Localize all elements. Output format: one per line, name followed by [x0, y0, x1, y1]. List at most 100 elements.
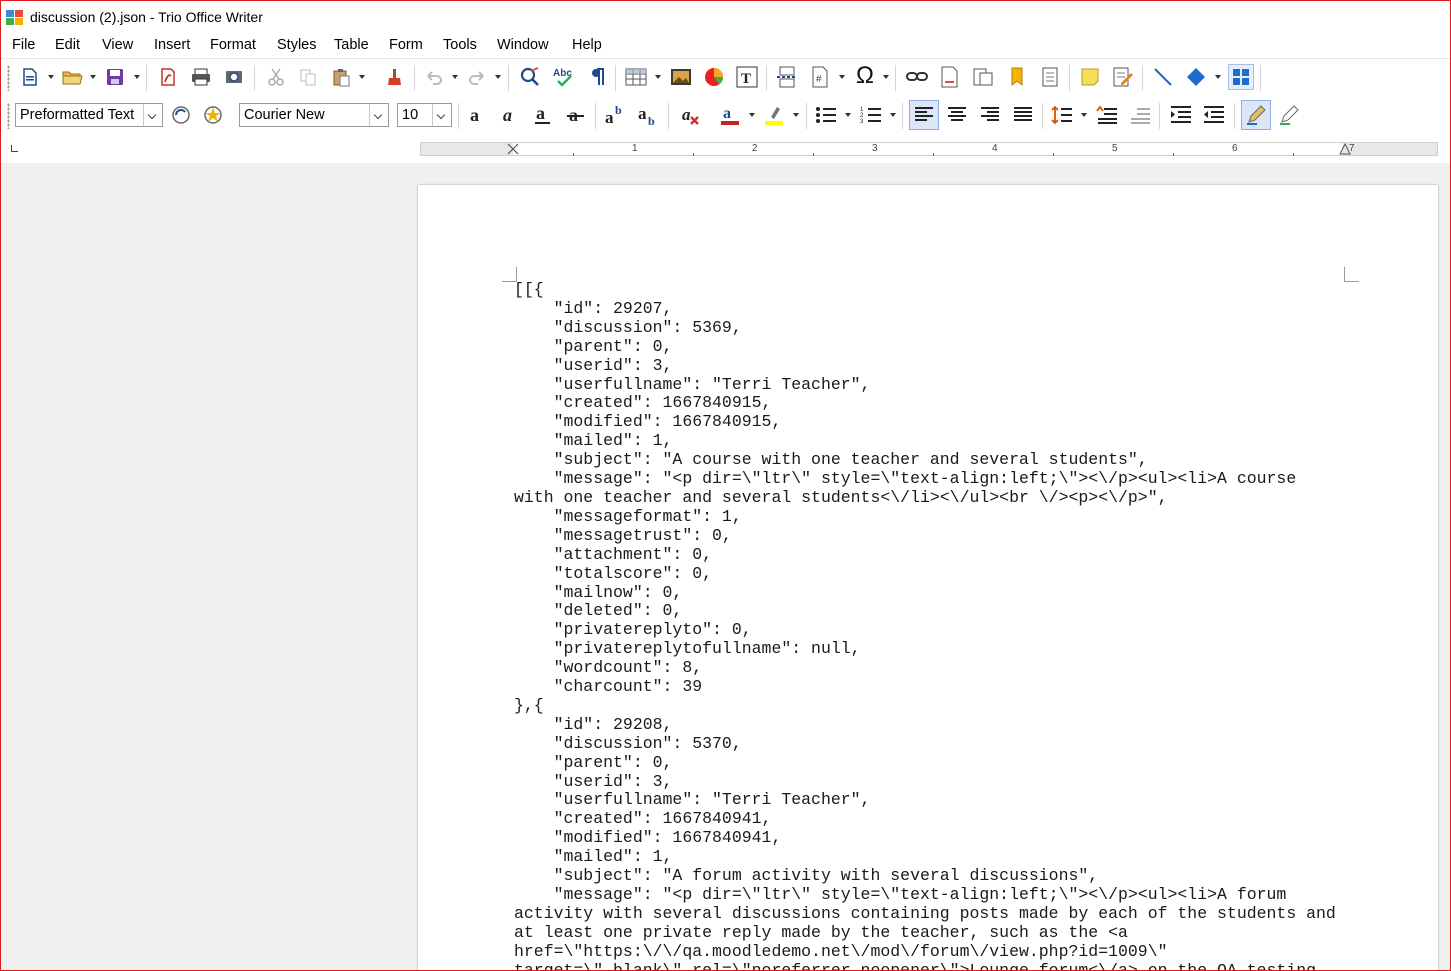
copy-button[interactable] — [295, 64, 321, 90]
ruler-scale[interactable]: 1 2 3 4 5 6 7 — [420, 142, 1438, 156]
align-right-button[interactable] — [977, 102, 1003, 128]
document-line[interactable]: [[{ — [514, 280, 1336, 300]
formatting-marks-button[interactable] — [585, 64, 611, 90]
increase-paragraph-spacing-button[interactable] — [1094, 102, 1120, 128]
document-text[interactable]: [[{ "id": 29207, "discussion": 5369, "pa… — [514, 280, 1336, 970]
document-line[interactable]: with one teacher and several students<\/… — [514, 488, 1336, 508]
paragraph-style-pen-button[interactable] — [1241, 100, 1271, 130]
document-line[interactable]: "discussion": 5369, — [514, 318, 1336, 338]
decrease-indent-button[interactable] — [1201, 102, 1227, 128]
document-line[interactable]: "discussion": 5370, — [514, 734, 1336, 754]
save-button[interactable] — [102, 64, 128, 90]
horizontal-ruler[interactable]: 1 2 3 4 5 6 7 — [1, 138, 1450, 162]
save-dropdown[interactable] — [134, 75, 140, 79]
insert-image-button[interactable] — [668, 64, 694, 90]
align-left-button[interactable] — [909, 100, 939, 130]
document-line[interactable]: "created": 1667840915, — [514, 394, 1336, 413]
underline-button[interactable]: a — [530, 102, 556, 128]
italic-button[interactable]: a — [497, 102, 523, 128]
print-preview-button[interactable] — [221, 64, 247, 90]
line-spacing-dropdown[interactable] — [1081, 113, 1087, 117]
insert-page-break-button[interactable] — [774, 64, 800, 90]
menu-styles[interactable]: Styles — [277, 37, 317, 53]
justify-button[interactable] — [1010, 102, 1036, 128]
show-draw-functions-button[interactable] — [1228, 64, 1254, 90]
document-line[interactable]: "deleted": 0, — [514, 602, 1336, 621]
undo-dropdown[interactable] — [452, 75, 458, 79]
document-line[interactable]: "subject": "A course with one teacher an… — [514, 450, 1336, 470]
unordered-list-button[interactable] — [813, 102, 839, 128]
insert-chart-button[interactable] — [701, 64, 727, 90]
document-canvas[interactable]: [[{ "id": 29207, "discussion": 5369, "pa… — [1, 163, 1450, 970]
menu-help[interactable]: Help — [572, 37, 602, 53]
document-line[interactable]: "userfullname": "Terri Teacher", — [514, 791, 1336, 810]
document-line[interactable]: "parent": 0, — [514, 753, 1336, 773]
font-name-select[interactable]: Courier New — [239, 103, 389, 127]
bold-button[interactable]: a — [464, 102, 490, 128]
document-line[interactable]: "message": "<p dir=\"ltr\" style=\"text-… — [514, 885, 1336, 905]
menu-tools[interactable]: Tools — [443, 37, 477, 53]
insert-line-button[interactable] — [1150, 64, 1176, 90]
insert-endnote-button[interactable] — [970, 64, 996, 90]
document-line[interactable]: "modified": 1667840915, — [514, 412, 1336, 432]
redo-dropdown[interactable] — [495, 75, 501, 79]
insert-footnote-button[interactable] — [937, 64, 963, 90]
find-replace-button[interactable] — [517, 64, 543, 90]
font-color-dropdown[interactable] — [749, 113, 755, 117]
open-button[interactable] — [59, 64, 85, 90]
document-line[interactable]: "totalscore": 0, — [514, 564, 1336, 584]
document-line[interactable]: "mailed": 1, — [514, 431, 1336, 451]
document-line[interactable]: target=\"_blank\" rel=\"noreferrer noope… — [514, 961, 1336, 970]
tab-stop-type-icon[interactable] — [11, 145, 18, 152]
open-dropdown[interactable] — [90, 75, 96, 79]
export-pdf-button[interactable] — [155, 64, 181, 90]
document-line[interactable]: "attachment": 0, — [514, 545, 1336, 565]
document-line[interactable]: "messageformat": 1, — [514, 507, 1336, 527]
document-line[interactable]: "wordcount": 8, — [514, 658, 1336, 678]
insert-field-button[interactable]: # — [807, 64, 833, 90]
line-spacing-button[interactable] — [1049, 102, 1075, 128]
chevron-down-icon[interactable] — [143, 104, 162, 126]
chevron-down-icon[interactable] — [369, 104, 388, 126]
decrease-paragraph-spacing-button[interactable] — [1127, 102, 1153, 128]
ordered-list-button[interactable]: 123 — [858, 102, 884, 128]
menu-form[interactable]: Form — [389, 37, 423, 53]
chevron-down-icon[interactable] — [432, 104, 451, 126]
document-line[interactable]: "id": 29207, — [514, 299, 1336, 319]
insert-table-dropdown[interactable] — [655, 75, 661, 79]
ordered-list-dropdown[interactable] — [890, 113, 896, 117]
document-line[interactable]: activity with several discussions contai… — [514, 904, 1336, 924]
document-line[interactable]: "subject": "A forum activity with severa… — [514, 866, 1336, 886]
increase-indent-button[interactable] — [1168, 102, 1194, 128]
menu-edit[interactable]: Edit — [55, 37, 80, 53]
insert-hyperlink-button[interactable] — [904, 64, 930, 90]
document-page[interactable]: [[{ "id": 29207, "discussion": 5369, "pa… — [418, 185, 1438, 970]
paste-dropdown[interactable] — [359, 75, 365, 79]
basic-shapes-dropdown[interactable] — [1215, 75, 1221, 79]
insert-field-dropdown[interactable] — [839, 75, 845, 79]
menu-view[interactable]: View — [102, 37, 133, 53]
new-document-button[interactable] — [17, 64, 43, 90]
toolbar-grip[interactable] — [7, 65, 10, 91]
font-size-select[interactable]: 10 — [397, 103, 452, 127]
document-line[interactable]: "userfullname": "Terri Teacher", — [514, 375, 1336, 395]
basic-shapes-button[interactable] — [1183, 64, 1209, 90]
document-line[interactable]: "modified": 1667840941, — [514, 828, 1336, 848]
spelling-button[interactable]: Abc — [551, 64, 577, 90]
document-line[interactable]: "privatereplyto": 0, — [514, 620, 1336, 640]
menu-window[interactable]: Window — [497, 37, 549, 53]
menu-table[interactable]: Table — [334, 37, 369, 53]
left-indent-marker-icon[interactable] — [507, 143, 519, 155]
redo-button[interactable] — [464, 64, 490, 90]
menu-file[interactable]: File — [12, 37, 35, 53]
cut-button[interactable] — [263, 64, 289, 90]
toolbar-grip[interactable] — [7, 103, 10, 129]
insert-table-button[interactable] — [623, 64, 649, 90]
document-line[interactable]: "id": 29208, — [514, 715, 1336, 735]
new-document-dropdown[interactable] — [48, 75, 54, 79]
strikethrough-button[interactable]: a — [563, 102, 589, 128]
document-line[interactable]: "mailnow": 0, — [514, 583, 1336, 603]
superscript-button[interactable]: ab — [603, 102, 629, 128]
update-style-button[interactable] — [168, 102, 194, 128]
font-color-button[interactable]: a — [717, 102, 743, 128]
